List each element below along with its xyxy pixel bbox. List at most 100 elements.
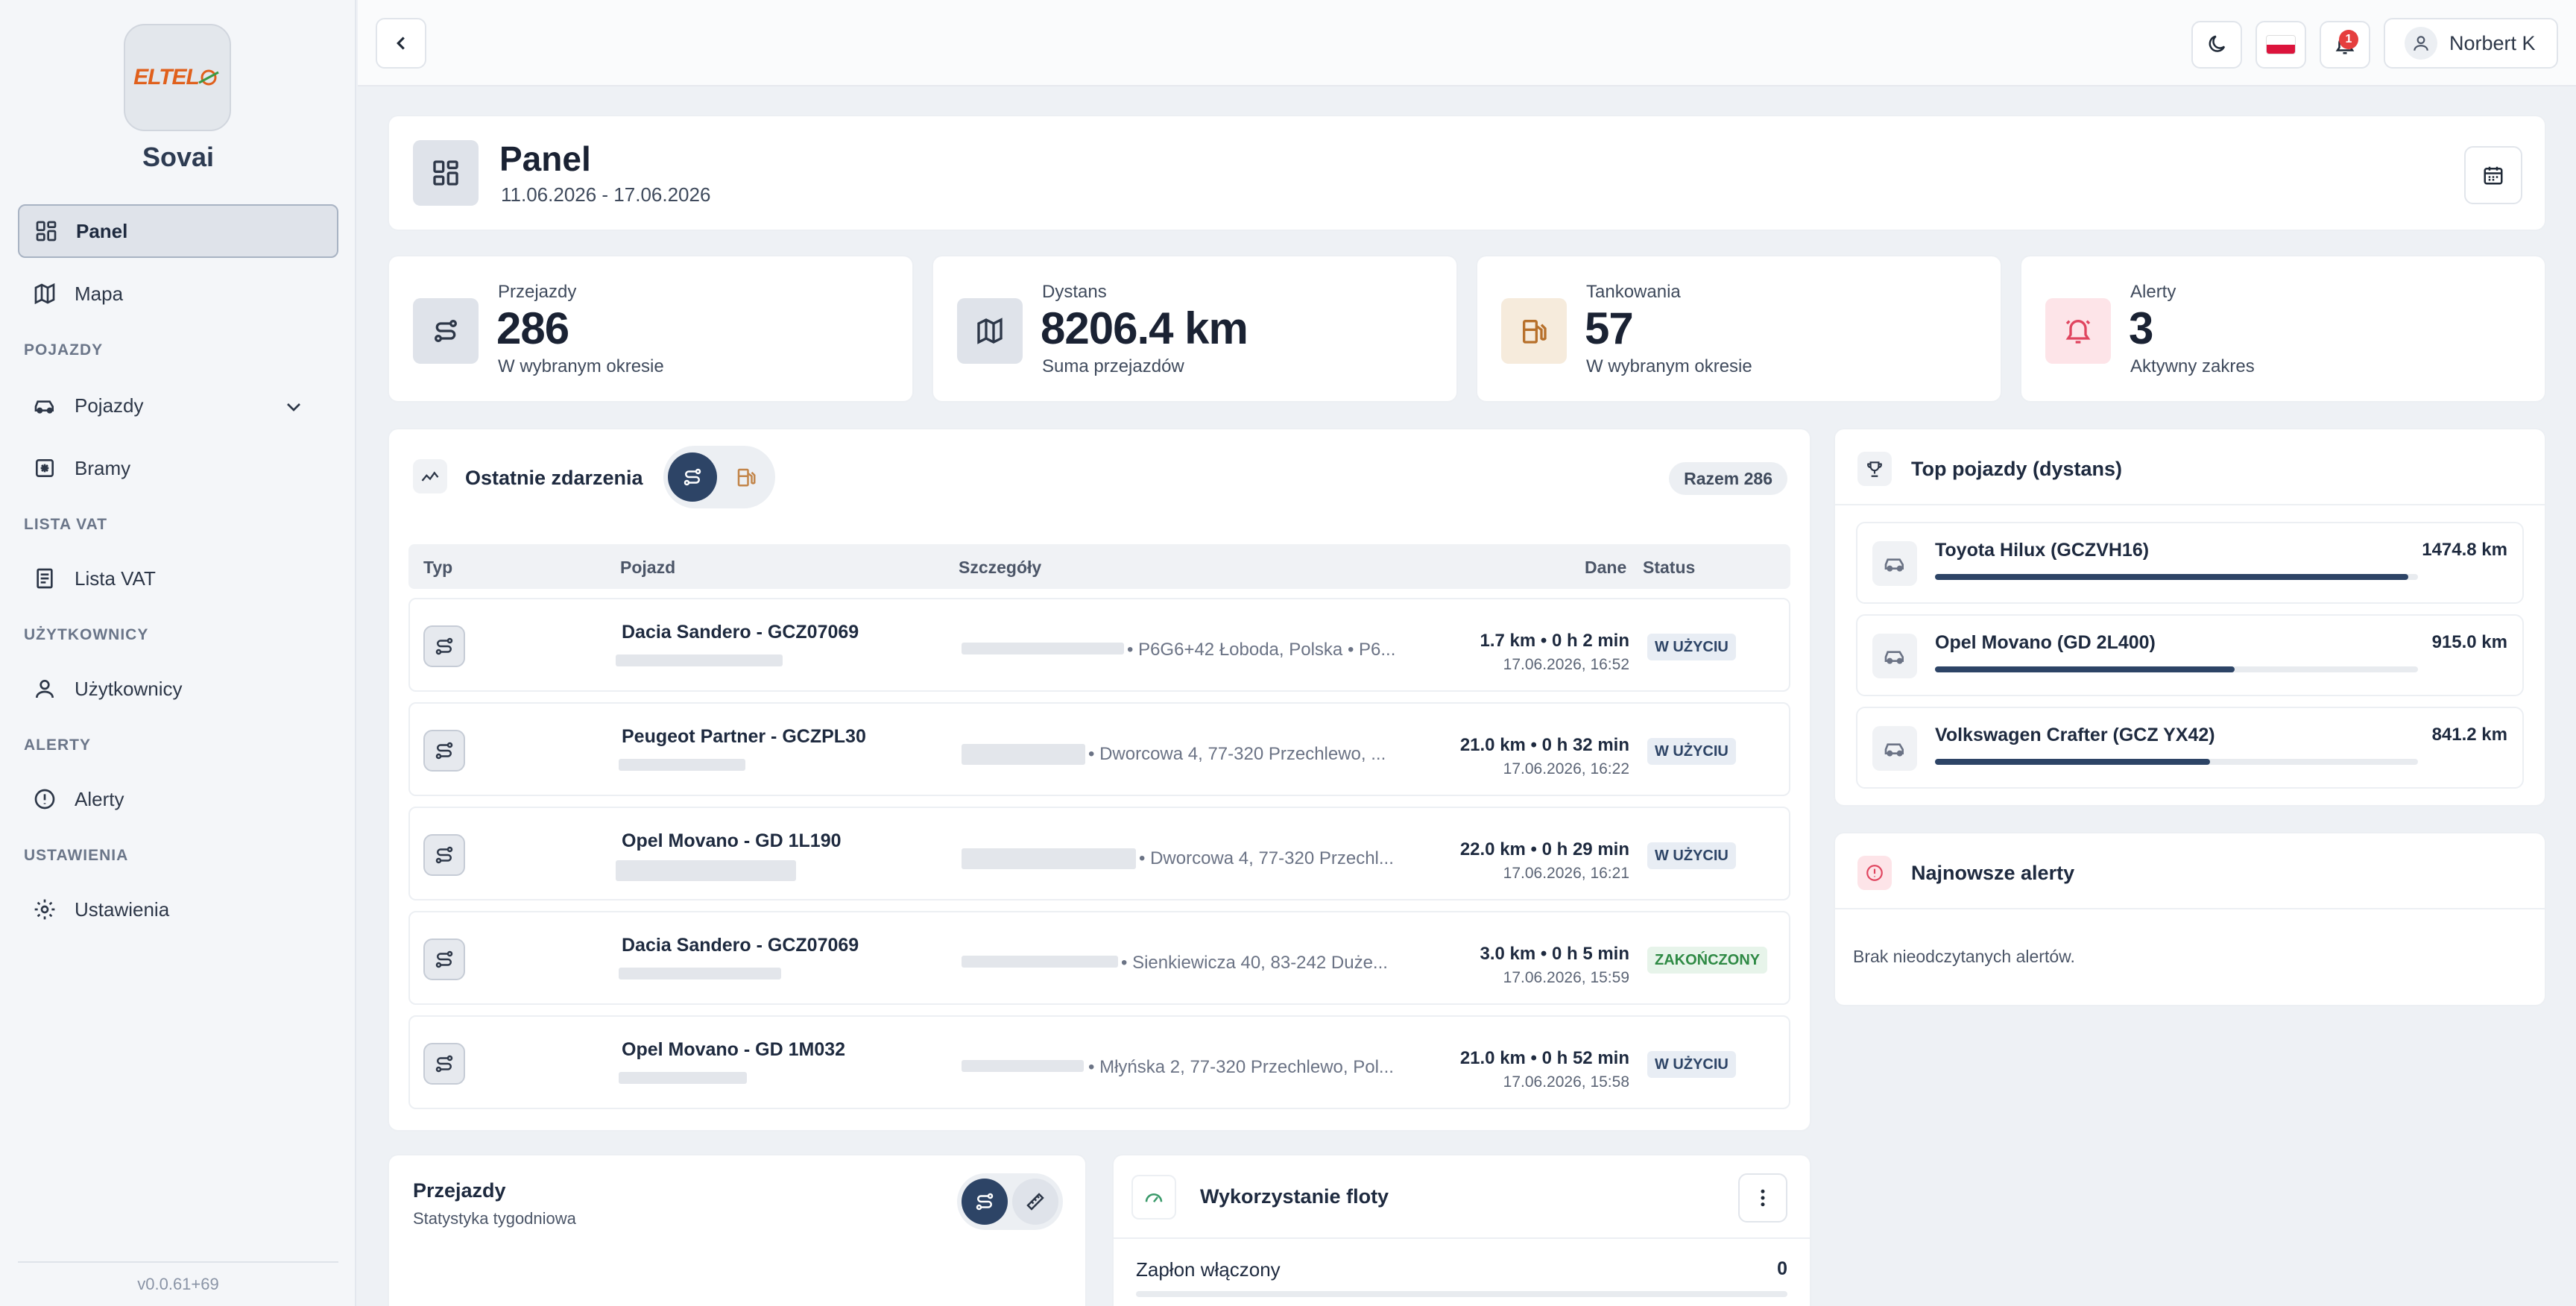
vehicle-icon-box xyxy=(1872,726,1917,771)
status-badge: W UŻYCIU xyxy=(1647,634,1736,660)
stat-card-dystans: Dystans 8206.4 km Suma przejazdów xyxy=(932,255,1458,403)
top-vehicle-item[interactable]: Opel Movano (GD 2L400) 915.0 km xyxy=(1856,614,2524,696)
vehicle-name: Dacia Sandero - GCZ07069 xyxy=(622,935,859,956)
trip-type-icon-box xyxy=(423,834,465,876)
filter-trips-button[interactable] xyxy=(668,452,717,502)
trophy-icon xyxy=(1867,461,1882,477)
calendar-icon xyxy=(2484,166,2503,185)
latest-alerts-card: Najnowsze alerty Brak nieodczytanych ale… xyxy=(1834,832,2546,1006)
stat-card-przejazdy: Przejazdy 286 W wybranym okresie xyxy=(388,255,914,403)
distance-bar xyxy=(1935,666,2418,672)
trips-chart-toggle xyxy=(957,1173,1063,1230)
theme-toggle-button[interactable] xyxy=(2191,21,2242,69)
chevron-left-icon xyxy=(397,37,405,50)
table-row[interactable]: Peugeot Partner - GCZPL30 • Dworcowa 4, … xyxy=(408,702,1790,796)
card-divider xyxy=(1114,1237,1810,1239)
app-logo[interactable]: ELTEL xyxy=(124,24,231,131)
user-icon xyxy=(2414,36,2428,51)
no-alerts-message: Brak nieodczytanych alertów. xyxy=(1853,947,2075,966)
status-badge: W UŻYCIU xyxy=(1647,842,1736,869)
top-vehicle-item[interactable]: Toyota Hilux (GCZVH16) 1474.8 km xyxy=(1856,522,2524,604)
more-options-button[interactable] xyxy=(1738,1173,1787,1223)
stat-card-alerty: Alerty 3 Aktywny zakres xyxy=(2020,255,2546,403)
vehicle-name: Peugeot Partner - GCZPL30 xyxy=(622,726,866,747)
table-row[interactable]: Opel Movano - GD 1L190 • Dworcowa 4, 77-… xyxy=(408,807,1790,900)
sidebar-item-panel[interactable]: Panel xyxy=(18,204,338,258)
page-header-icon-box xyxy=(413,140,479,206)
vehicle-name: Opel Movano - GD 1M032 xyxy=(622,1039,846,1060)
vehicle-icon-box xyxy=(1872,634,1917,678)
table-row[interactable]: Opel Movano - GD 1M032 • Młyńska 2, 77-3… xyxy=(408,1015,1790,1109)
stat-icon-box xyxy=(1501,298,1567,364)
trophy-icon-box xyxy=(1857,452,1892,486)
back-button[interactable] xyxy=(376,18,426,69)
column-header-dane[interactable]: Dane xyxy=(1585,558,1626,578)
filter-fuel-button[interactable] xyxy=(722,452,771,502)
column-header-pojazd[interactable]: Pojazd xyxy=(620,558,675,578)
top-vehicle-item[interactable]: Volkswagen Crafter (GCZ YX42) 841.2 km xyxy=(1856,707,2524,789)
redacted-text xyxy=(962,956,1118,968)
event-details: • P6G6+42 Łoboda, Polska • P6... xyxy=(1127,640,1396,660)
sidebar-item-uzytkownicy[interactable]: Użytkownicy xyxy=(18,662,338,716)
notifications-button[interactable]: 1 xyxy=(2320,21,2370,69)
sidebar-item-ustawienia[interactable]: Ustawienia xyxy=(18,883,338,936)
sidebar-divider xyxy=(18,1261,338,1263)
chart-distance-button[interactable] xyxy=(1012,1179,1058,1225)
date-range: 11.06.2026 - 17.06.2026 xyxy=(501,183,711,206)
language-button[interactable] xyxy=(2255,21,2306,69)
stat-icon-box xyxy=(2045,298,2111,364)
event-details: • Dworcowa 4, 77-320 Przechlewo, ... xyxy=(1088,744,1386,764)
stat-subtitle: Aktywny zakres xyxy=(2130,356,2255,376)
column-header-szczegoly[interactable]: Szczegóły xyxy=(959,558,1041,578)
table-row[interactable]: Dacia Sandero - GCZ07069 • P6G6+42 Łobod… xyxy=(408,598,1790,692)
route-icon xyxy=(435,637,453,655)
event-distance-duration: 21.0 km • 0 h 32 min xyxy=(1459,735,1629,755)
user-menu-button[interactable]: Norbert K xyxy=(2384,18,2558,69)
route-icon xyxy=(435,320,457,342)
redacted-text xyxy=(616,654,783,666)
flag-pl-icon xyxy=(2266,35,2296,54)
document-icon xyxy=(37,568,53,589)
column-header-typ[interactable]: Typ xyxy=(423,558,452,578)
stat-value: 286 xyxy=(496,303,569,353)
sidebar-item-alerty[interactable]: Alerty xyxy=(18,772,338,826)
trip-type-icon-box xyxy=(423,625,465,667)
events-icon-box xyxy=(413,459,447,493)
stat-label: Alerty xyxy=(2130,282,2176,302)
stat-value: 3 xyxy=(2129,303,2153,353)
table-row[interactable]: Dacia Sandero - GCZ07069 • Sienkiewicza … xyxy=(408,911,1790,1005)
stat-subtitle: W wybranym okresie xyxy=(1586,356,1752,376)
top-vehicle-distance: 841.2 km xyxy=(2431,725,2507,745)
chart-trips-button[interactable] xyxy=(962,1179,1008,1225)
alert-circle-icon xyxy=(34,789,55,810)
sidebar-item-label: Bramy xyxy=(75,456,131,479)
trip-type-icon-box xyxy=(423,1043,465,1085)
redacted-text xyxy=(619,1072,747,1084)
event-details: • Dworcowa 4, 77-320 Przechl... xyxy=(1139,848,1394,868)
top-bar xyxy=(358,0,2576,86)
section-uzytkownicy: UŻYTKOWNICY xyxy=(24,626,149,643)
sidebar-item-label: Użytkownicy xyxy=(75,677,183,700)
sidebar: ELTEL Sovai Panel Mapa POJAZDY Pojazdy B… xyxy=(0,0,356,1306)
column-header-status[interactable]: Status xyxy=(1643,558,1695,578)
calendar-button[interactable] xyxy=(2464,146,2522,204)
sidebar-item-label: Pojazdy xyxy=(75,394,144,417)
sidebar-item-bramy[interactable]: Bramy xyxy=(18,441,338,495)
gauge-icon-box xyxy=(1131,1175,1176,1220)
route-icon xyxy=(435,950,453,968)
event-timestamp: 17.06.2026, 16:22 xyxy=(1503,760,1629,777)
fuel-icon xyxy=(1523,320,1547,344)
section-lista-vat: LISTA VAT xyxy=(24,516,108,533)
ignition-on-label: Zapłon włączony xyxy=(1136,1258,1281,1281)
dashboard-icon xyxy=(36,221,57,242)
gear-icon xyxy=(34,899,55,920)
car-icon xyxy=(1884,558,1904,572)
sidebar-item-mapa[interactable]: Mapa xyxy=(18,267,338,321)
stat-card-tankowania: Tankowania 57 W wybranym okresie xyxy=(1476,255,2002,403)
chevron-down-icon[interactable] xyxy=(282,395,306,419)
top-vehicle-distance: 1474.8 km xyxy=(2422,540,2507,560)
stat-label: Tankowania xyxy=(1586,282,1681,302)
sidebar-item-pojazdy[interactable]: Pojazdy xyxy=(18,379,338,432)
redacted-text xyxy=(619,759,745,771)
sidebar-item-lista-vat[interactable]: Lista VAT xyxy=(18,552,338,605)
